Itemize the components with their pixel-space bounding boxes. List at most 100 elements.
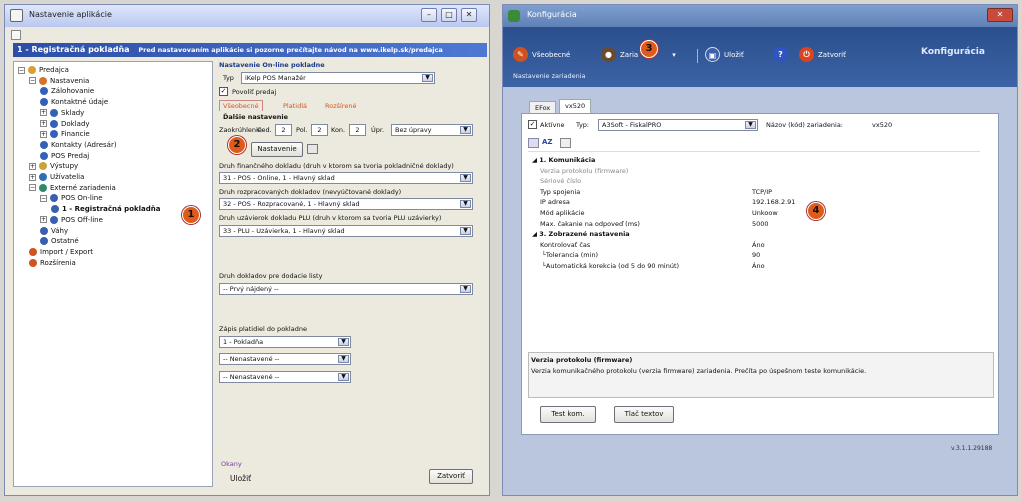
allow-sale-checkbox[interactable]: ✓ xyxy=(219,87,228,96)
kon-input[interactable]: 2 xyxy=(349,124,366,136)
tab-payments[interactable]: Platidlá xyxy=(283,102,307,110)
tree-node-icon xyxy=(39,76,47,85)
device-name-value[interactable]: vx520 xyxy=(872,121,892,129)
tree-item[interactable]: POS Predaj xyxy=(40,151,89,161)
tab-general[interactable]: Všeobecné xyxy=(219,100,263,111)
active-checkbox[interactable]: ✓ xyxy=(528,120,537,129)
tree-item[interactable]: Kontakty (Adresár) xyxy=(40,140,117,150)
categorized-icon[interactable] xyxy=(528,138,539,148)
banner-title: 1 - Registračná pokladňa xyxy=(17,45,130,54)
tree-item-label: Doklady xyxy=(61,119,90,128)
collapse-icon[interactable]: − xyxy=(29,77,36,85)
expand-icon[interactable]: + xyxy=(29,173,36,181)
payment-select-3[interactable]: -- Nenastavené -- ▼ xyxy=(219,371,351,383)
collapse-icon[interactable]: − xyxy=(18,66,25,74)
property-value[interactable]: 192.168.2.91 xyxy=(752,198,795,206)
tree-node-icon xyxy=(51,205,59,214)
expand-icon[interactable]: + xyxy=(40,109,47,117)
tree-item-label: Užívatelia xyxy=(50,173,85,181)
property-value[interactable]: Áno xyxy=(752,262,765,270)
type-select[interactable]: iKelp POS Manažér ▼ xyxy=(241,72,435,84)
tree-node-icon xyxy=(39,173,47,181)
device-tool[interactable]: ● Zaria ▾ xyxy=(601,47,676,62)
help-icon: ? xyxy=(773,47,788,62)
close-form-button[interactable]: Zatvoriť xyxy=(429,469,473,484)
settings-button[interactable]: Nastavenie xyxy=(251,142,303,157)
tab-advanced[interactable]: Rozšírené xyxy=(325,102,356,110)
calculator-icon[interactable] xyxy=(307,144,318,154)
tree-node-icon xyxy=(40,87,48,96)
tree-item[interactable]: 1 - Registračná pokladňa xyxy=(51,204,161,214)
tree-item[interactable]: Kontaktné údaje xyxy=(40,97,108,107)
save-button[interactable]: Uložiť xyxy=(230,474,251,483)
pol-input[interactable]: 2 xyxy=(311,124,328,136)
tree-item-label: Ostatné xyxy=(51,237,79,246)
property-value[interactable]: 5000 xyxy=(752,220,769,228)
help-tool[interactable]: ? xyxy=(773,47,792,62)
chevron-down-icon: ▼ xyxy=(460,200,471,208)
config-window-title: Konfigurácia xyxy=(527,10,577,19)
payment-select-2[interactable]: -- Nenastavené -- ▼ xyxy=(219,353,351,365)
help-icon[interactable] xyxy=(11,30,21,40)
settings-tree[interactable]: − Predajca − Nastavenia Zálohovanie Kontaktné… xyxy=(13,61,213,487)
wrench-icon: ✎ xyxy=(513,47,528,62)
tree-item[interactable]: − POS On-line xyxy=(40,193,103,203)
tree-item[interactable]: − Predajca xyxy=(18,65,69,75)
property-pages-icon[interactable] xyxy=(560,138,571,148)
sort-az-icon[interactable]: AZ xyxy=(542,138,553,148)
collapse-icon[interactable]: − xyxy=(40,194,47,202)
tree-item[interactable]: + Užívatelia xyxy=(29,172,84,182)
close-tool[interactable]: ⏻ Zatvoriť xyxy=(799,47,846,62)
expand-icon[interactable]: + xyxy=(40,130,47,138)
close-button[interactable]: ✕ xyxy=(461,8,477,22)
tree-item[interactable]: + Sklady xyxy=(40,108,84,118)
save-tool[interactable]: ▣ Uložiť xyxy=(705,47,744,62)
tree-item[interactable]: Váhy xyxy=(40,226,68,236)
tree-item[interactable]: Zálohovanie xyxy=(40,86,94,96)
tree-item-label: Sklady xyxy=(61,108,85,117)
tree-item[interactable]: + Doklady xyxy=(40,119,90,129)
tree-item[interactable]: + Výstupy xyxy=(29,161,78,171)
tree-item[interactable]: − Externé zariadenia xyxy=(29,183,116,193)
minimize-button[interactable]: – xyxy=(421,8,437,22)
tree-item[interactable]: Import / Export xyxy=(29,247,93,257)
property-value[interactable]: TCP/IP xyxy=(752,188,772,196)
property-name: IP adresa xyxy=(540,198,570,207)
fin-doc-select[interactable]: 31 - POS - Online, 1 - Hlavný sklad ▼ xyxy=(219,172,473,184)
tree-node-icon xyxy=(29,247,37,256)
property-value[interactable]: Unkoow xyxy=(752,209,778,217)
tree-node-icon xyxy=(50,215,58,224)
property-value[interactable]: Áno xyxy=(752,241,765,249)
device-icon: ● xyxy=(601,47,616,62)
tree-node-icon xyxy=(40,98,48,107)
tree-item[interactable]: + Financie xyxy=(40,129,90,139)
print-texts-button[interactable]: Tlač textov xyxy=(614,406,674,423)
tree-item[interactable]: Rozšírenia xyxy=(29,258,76,268)
tree-item[interactable]: − Nastavenia xyxy=(29,76,89,86)
expand-icon[interactable]: + xyxy=(40,120,47,127)
callout-badge-3: 3 xyxy=(640,40,658,58)
maximize-button[interactable]: □ xyxy=(441,8,457,22)
expand-icon[interactable]: + xyxy=(29,162,36,170)
tree-node-icon xyxy=(40,140,48,149)
delivery-select[interactable]: -- Prvý nájdený -- ▼ xyxy=(219,283,473,295)
type-label: Typ: xyxy=(576,121,590,129)
tree-item[interactable]: + POS Off-line xyxy=(40,215,103,225)
adjustment-select[interactable]: Bez úpravy ▼ xyxy=(391,124,473,136)
general-tool[interactable]: ✎ Všeobecné xyxy=(513,47,570,62)
test-comm-button[interactable]: Test kom. xyxy=(540,406,596,423)
payment-select-1[interactable]: 1 - Pokladňa ▼ xyxy=(219,336,351,348)
expand-icon[interactable]: + xyxy=(40,216,47,224)
device-type-select[interactable]: A3Soft - FiskalPRO ▼ xyxy=(598,119,758,131)
plu-select[interactable]: 33 - PLU - Uzávierka, 1 - Hlavný sklad ▼ xyxy=(219,225,473,237)
close-window-button[interactable]: ✕ xyxy=(987,8,1013,22)
property-value[interactable]: 90 xyxy=(752,251,760,259)
chevron-down-icon: ▼ xyxy=(338,373,349,381)
collapse-icon[interactable]: − xyxy=(29,184,36,192)
kon-label: Kon. xyxy=(331,126,346,134)
tree-item[interactable]: Ostatné xyxy=(40,236,79,246)
processed-select[interactable]: 32 - POS - Rozpracované, 1 - Hlavný skla… xyxy=(219,198,473,210)
tab-vx520[interactable]: vx520 xyxy=(559,99,592,114)
ced-input[interactable]: 2 xyxy=(275,124,292,136)
config-window: Konfigurácia ✕ ✎ Všeobecné ● Zaria ▾ ▣ Uloži… xyxy=(502,4,1018,496)
